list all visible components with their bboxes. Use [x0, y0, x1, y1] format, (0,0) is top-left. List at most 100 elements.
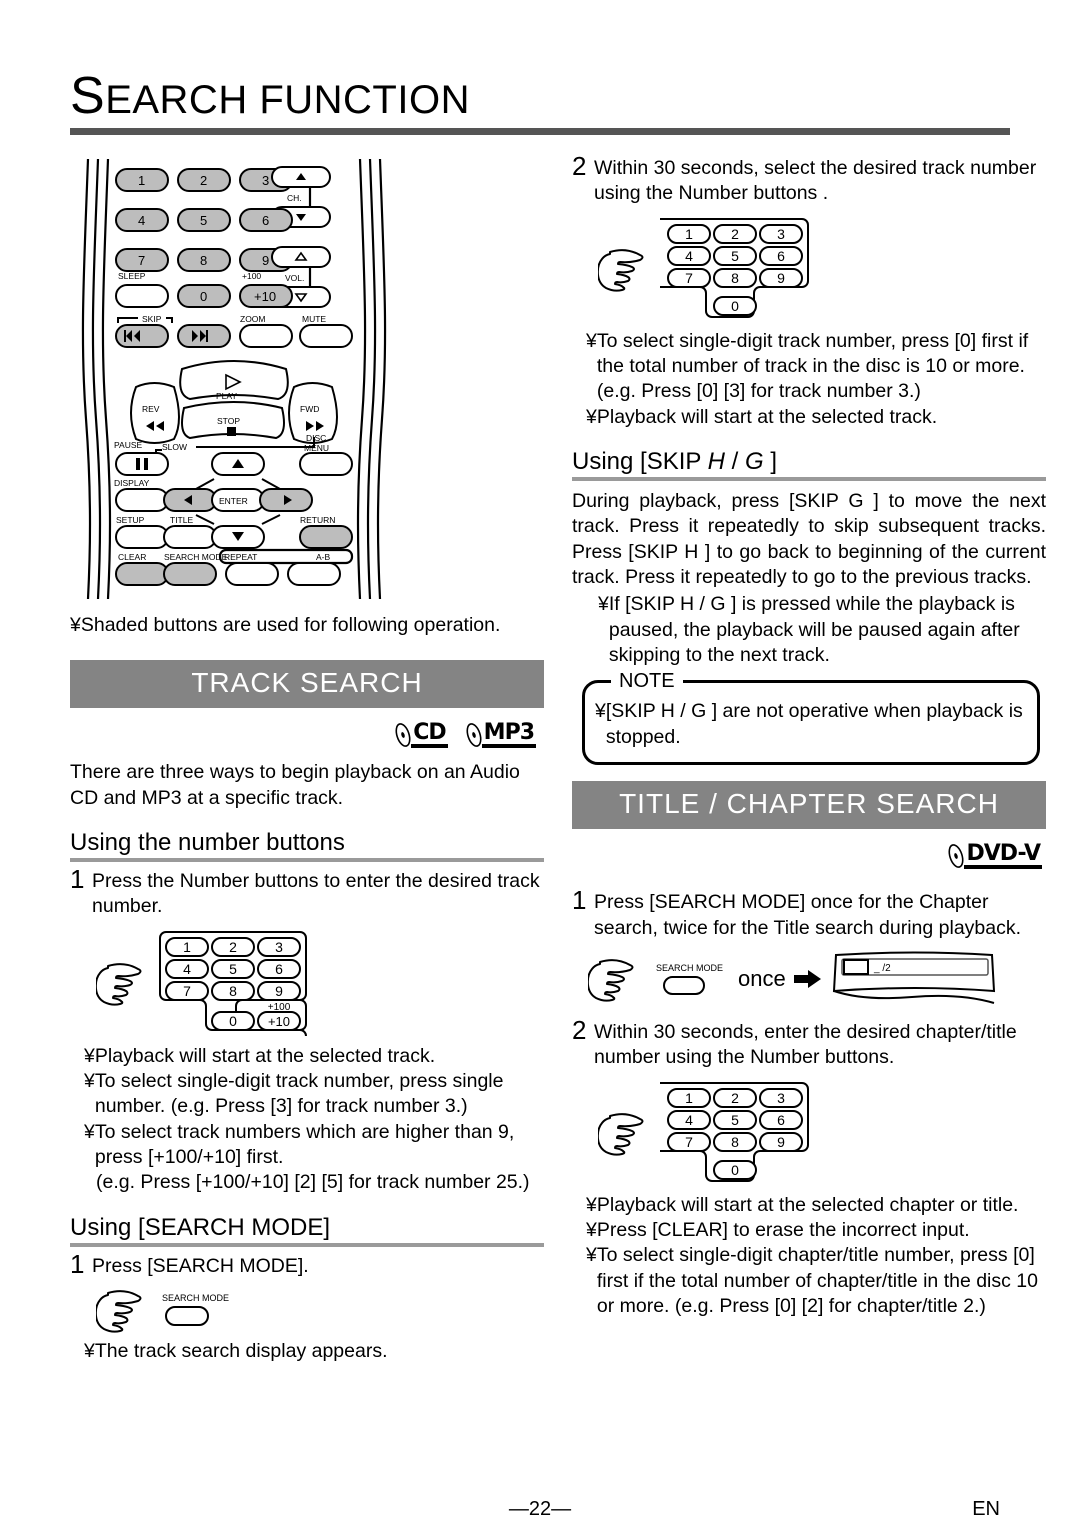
keypad-figure-title-chapter: 1 2 3 4 5 6 7 8 9 0 [572, 1079, 1046, 1187]
step-number: 1 [70, 864, 85, 895]
using-number-buttons-heading: Using the number buttons [70, 829, 544, 863]
dvd-v-logo: DVD-V [946, 843, 1042, 870]
svg-text:SEARCH MODE: SEARCH MODE [164, 552, 228, 562]
bullet-text: Playback will start at the selected trac… [94, 1044, 436, 1067]
search-mode-button-icon: SEARCH MODE [162, 1293, 229, 1327]
disc-icon [466, 723, 482, 748]
svg-text:1: 1 [138, 173, 145, 188]
bullet-marker: ¥ [70, 614, 81, 636]
svg-text:7: 7 [685, 270, 693, 286]
heading-underline [572, 477, 1046, 482]
svg-text:3: 3 [275, 939, 283, 955]
svg-text:7: 7 [183, 983, 191, 999]
svg-text:8: 8 [229, 983, 237, 999]
right-column-bullets: ¥ To select single-digit track number, p… [572, 329, 1046, 430]
using-search-mode-heading-text: Using [SEARCH MODE] [70, 1213, 331, 1241]
step-text: Press the Number buttons to enter the de… [92, 870, 540, 918]
svg-text:0: 0 [200, 289, 207, 304]
svg-text:SLOW: SLOW [162, 442, 187, 452]
mp3-logo: MP3 [464, 722, 536, 749]
step-number: 1 [572, 885, 587, 916]
svg-text:6: 6 [777, 1112, 785, 1128]
search-mode-button-caption: SEARCH MODE [162, 1293, 229, 1303]
svg-text:6: 6 [275, 961, 283, 977]
svg-text:9: 9 [777, 270, 785, 286]
dvd-v-logo-label: DVD-V [964, 843, 1042, 870]
svg-text:9: 9 [275, 983, 283, 999]
svg-text:2: 2 [229, 939, 237, 955]
bullet-marker: ¥ [84, 1120, 95, 1143]
svg-text:0: 0 [731, 1162, 739, 1178]
bullet-text: Press [CLEAR] to erase the incorrect inp… [596, 1218, 970, 1241]
page-title-rest: EARCH FUNCTION [105, 78, 470, 122]
disc-icon [395, 723, 411, 748]
bullet-marker: ¥ [84, 1340, 95, 1363]
using-skip-heading-text: Using [SKIP H / G ] [572, 448, 1046, 476]
remote-control-diagram: .bo{fill:none;stroke:#000;stroke-width:2… [74, 159, 394, 599]
bullet-item: ¥ Press [CLEAR] to erase the incorrect i… [572, 1218, 1046, 1243]
bullet-item: ¥ The track search display appears. [70, 1339, 544, 1364]
title-chapter-disc-logos: DVD-V [572, 843, 1046, 870]
svg-text:1: 1 [685, 1090, 693, 1106]
svg-text:REV: REV [142, 404, 160, 414]
bullet-text: To select single-digit chapter/title num… [596, 1244, 1038, 1317]
svg-text:STOP: STOP [217, 416, 240, 426]
title-divider [70, 128, 1010, 135]
step-2-title-chapter: 2 Within 30 seconds, enter the desired c… [572, 1016, 1046, 1071]
tv-display-graphic: _ /2 [832, 951, 995, 1004]
keypad-figure-track: 1 2 3 4 5 6 7 8 9 +100 0 +10 [70, 928, 544, 1038]
bullet-item-continuation: (e.g. Press [+100/+10] [2] [5] for track… [70, 1170, 544, 1195]
bullet-item: ¥ Playback will start at the selected ch… [572, 1193, 1046, 1218]
using-number-buttons-bullets: ¥ Playback will start at the selected tr… [70, 1044, 544, 1196]
shaded-buttons-note: ¥ Shaded buttons are used for following … [70, 613, 544, 638]
step-text: Press [SEARCH MODE] once for the Chapter… [594, 891, 1022, 939]
svg-text:MUTE: MUTE [302, 314, 326, 324]
bullet-text: To select single-digit track number, pre… [94, 1070, 504, 1118]
svg-text:PLAY: PLAY [216, 391, 237, 401]
skip-heading-sep: / [724, 448, 745, 476]
svg-text:0: 0 [731, 298, 739, 314]
track-search-disc-logos: CD MP3 [70, 722, 544, 749]
svg-text:5: 5 [731, 248, 739, 264]
cd-logo-label: CD [411, 722, 448, 749]
search-mode-once-figure: SEARCH MODE once _ /2 [572, 949, 1046, 1009]
disc-icon [948, 844, 965, 869]
bullet-item: ¥ To select single-digit chapter/title n… [572, 1243, 1046, 1319]
step-text: Press [SEARCH MODE]. [92, 1254, 309, 1277]
svg-text:4: 4 [183, 961, 191, 977]
skip-heading-pre: Using [SKIP [572, 448, 708, 476]
svg-text:2: 2 [731, 1090, 739, 1106]
bullet-marker: ¥ [586, 1193, 597, 1216]
track-search-banner: TRACK SEARCH [70, 660, 544, 709]
number-keypad-with-plus10: 1 2 3 4 5 6 7 8 9 +100 0 +10 [159, 930, 307, 1036]
bullet-marker: ¥ [586, 1244, 597, 1267]
skip-next-icon: G [744, 448, 764, 476]
svg-text:RETURN: RETURN [300, 515, 335, 525]
bullet-text: (e.g. Press [+100/+10] [2] [5] for track… [96, 1171, 530, 1194]
svg-text:SLEEP: SLEEP [118, 271, 146, 281]
svg-text:+10: +10 [254, 289, 276, 304]
using-skip-body: During playback, press [SKIP G ] to move… [572, 490, 1046, 589]
tv-display-text: _ /2 [873, 963, 891, 974]
bullet-item: ¥ Playback will start at the selected tr… [572, 405, 1046, 430]
svg-text:+10: +10 [268, 1014, 290, 1029]
page-title: SEARCH FUNCTION [70, 70, 1010, 135]
bullet-text: The track search display appears. [94, 1340, 388, 1363]
bullet-text: Playback will start at the selected chap… [596, 1193, 1019, 1216]
manual-page: SEARCH FUNCTION .bo{fill:none;stroke:#00… [0, 0, 1080, 1526]
svg-text:8: 8 [731, 1134, 739, 1150]
svg-text:2: 2 [731, 226, 739, 242]
svg-text:PAUSE: PAUSE [114, 440, 143, 450]
svg-text:1: 1 [685, 226, 693, 242]
svg-text:REPEAT: REPEAT [224, 552, 257, 562]
search-mode-button-icon: SEARCH MODE [656, 963, 723, 995]
svg-text:6: 6 [262, 213, 269, 228]
bullet-item: ¥ To select single-digit track number, p… [70, 1069, 544, 1120]
number-keypad: 1 2 3 4 5 6 7 8 9 0 [660, 1081, 809, 1182]
page-number: —22— [508, 1498, 572, 1520]
using-skip-heading: Using [SKIP H / G ] [572, 448, 1046, 482]
bullet-marker: ¥ [586, 329, 597, 352]
using-number-buttons-heading-text: Using the number buttons [70, 829, 345, 857]
page-title-capital: S [70, 67, 106, 125]
svg-text:FWD: FWD [300, 404, 319, 414]
